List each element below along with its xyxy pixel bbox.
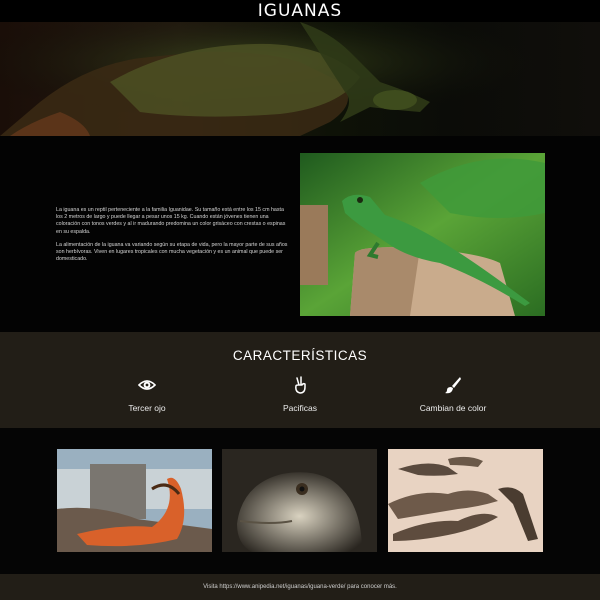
gallery-image-iguana-portrait xyxy=(222,449,377,552)
intro-paragraph-2: La alimentación de la iguana va variando… xyxy=(56,241,288,263)
intro-paragraph-1: La iguana es un reptil perteneciente a l… xyxy=(56,207,286,235)
feature-change-color: Cambian de color xyxy=(368,376,538,413)
eye-icon xyxy=(138,376,156,394)
site-footer: Visita https://www.anipedia.net/iguanas/… xyxy=(0,574,600,600)
features-section: CARACTERÍSTICAS Tercer ojo Pacificas Cam… xyxy=(0,332,600,428)
feature-third-eye: Tercer ojo xyxy=(62,376,232,413)
green-iguana-photo xyxy=(300,153,545,316)
feature-label: Cambian de color xyxy=(419,403,487,413)
photo-gallery xyxy=(0,428,600,574)
feature-label: Tercer ojo xyxy=(128,403,166,413)
footer-source-text: Visita https://www.anipedia.net/iguanas/… xyxy=(203,584,397,590)
intro-text: La iguana es un reptil perteneciente a l… xyxy=(56,207,288,269)
site-header: IGUANAS xyxy=(0,0,600,22)
gallery-image-iguanas-beach xyxy=(388,449,543,552)
feature-peaceful: Pacificas xyxy=(215,376,385,413)
paintbrush-icon xyxy=(444,376,462,394)
hero-iguana-image xyxy=(0,22,600,136)
features-title: CARACTERÍSTICAS xyxy=(232,348,368,363)
feature-label: Pacificas xyxy=(282,403,317,413)
gallery-image-orange-iguana xyxy=(57,449,212,552)
peace-hand-icon xyxy=(291,376,309,394)
hero-banner xyxy=(0,22,600,136)
intro-section: La iguana es un reptil perteneciente a l… xyxy=(0,136,600,332)
page-title: IGUANAS xyxy=(257,1,343,21)
